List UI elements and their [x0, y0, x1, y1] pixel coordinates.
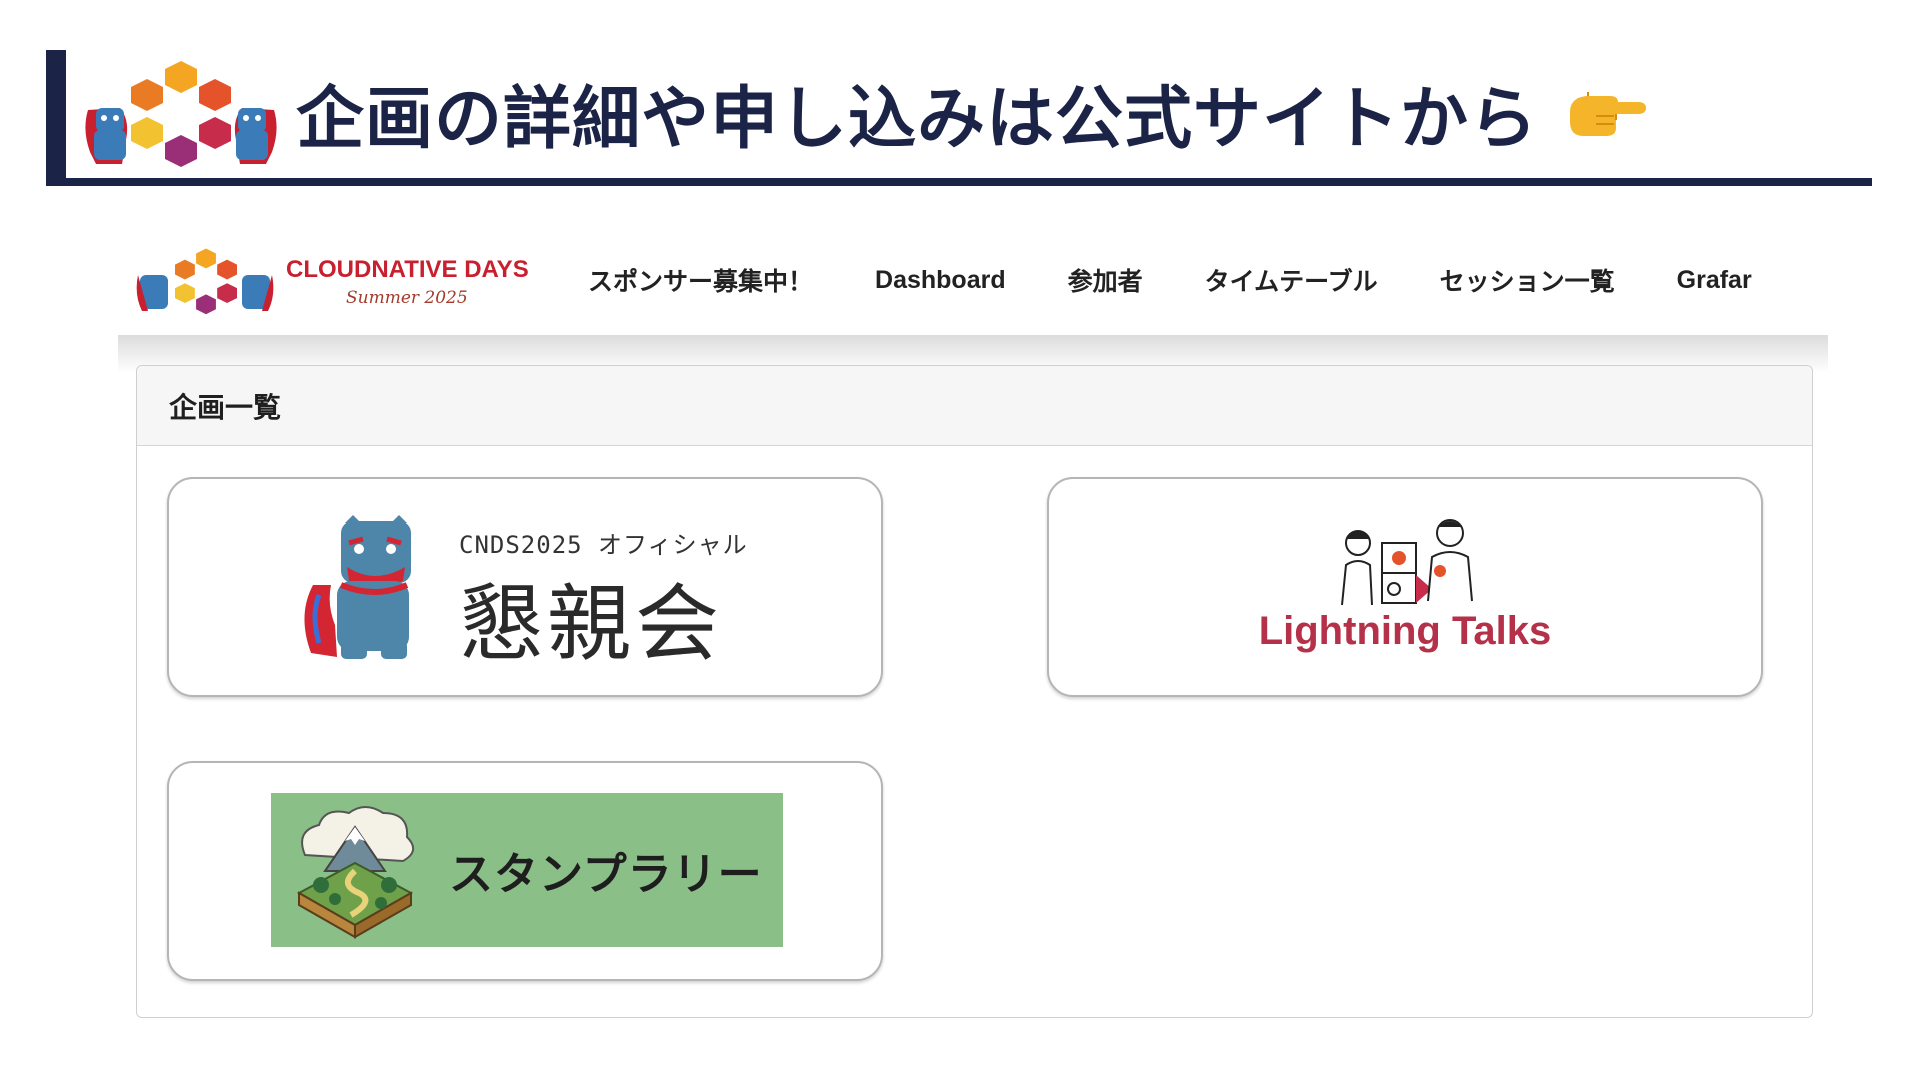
nav-menu: スポンサー募集中！ Dashboard 参加者 タイムテーブル セッション一覧 … — [588, 225, 1752, 335]
konshinkai-card[interactable]: CNDS2025 オフィシャル 懇親会 — [167, 477, 883, 697]
nav-item-sponsor[interactable]: スポンサー募集中！ — [588, 262, 813, 298]
speakers-illustration-icon — [1341, 519, 1473, 606]
slide-title-text: 企画の詳細や申し込みは公式サイトから — [296, 79, 1539, 159]
site-screenshot: CLOUDNATIVE DAYS Summer 2025 スポンサー募集中！ D… — [118, 225, 1828, 1045]
shisa-icon — [304, 515, 411, 659]
island-mountain-icon — [296, 806, 414, 939]
events-panel: 企画一覧 CNDS2025 オフィシャル 懇親会 Lightning Talks… — [136, 365, 1813, 1018]
stamp-rally-label: スタンプラリー — [449, 849, 763, 900]
konshinkai-subtitle: CNDS2025 オフィシャル — [459, 531, 748, 559]
logo-subtitle-text: Summer 2025 — [346, 288, 468, 308]
header-accent-bar — [46, 50, 66, 186]
site-navbar: CLOUDNATIVE DAYS Summer 2025 スポンサー募集中！ D… — [118, 225, 1828, 335]
lightning-talks-label: Lightning Talks — [1258, 609, 1552, 653]
slide-header: 企画の詳細や申し込みは公式サイトから — [46, 50, 1872, 186]
cnds-mascot-logo-icon — [85, 61, 277, 167]
nav-item-dashboard[interactable]: Dashboard — [875, 266, 1006, 295]
logo-brand-text: CLOUDNATIVE DAYS — [286, 256, 529, 283]
slide-title: 企画の詳細や申し込みは公式サイトから — [296, 64, 1647, 160]
stamp-rally-card[interactable]: スタンプラリー — [167, 761, 883, 981]
panel-title: 企画一覧 — [137, 366, 1812, 446]
nav-item-timetable[interactable]: タイムテーブル — [1205, 262, 1378, 298]
header-underline — [46, 178, 1872, 186]
nav-item-sessions[interactable]: セッション一覧 — [1440, 262, 1615, 298]
lightning-talks-card[interactable]: Lightning Talks — [1047, 477, 1763, 697]
cloudnative-days-logo[interactable]: CLOUDNATIVE DAYS Summer 2025 — [136, 235, 546, 325]
konshinkai-title: 懇親会 — [459, 575, 724, 673]
nav-item-participants[interactable]: 参加者 — [1068, 262, 1143, 298]
stamp-rally-banner: スタンプラリー — [271, 793, 783, 947]
nav-item-grafana[interactable]: Grafar — [1677, 266, 1752, 295]
pointing-right-emoji-icon — [1570, 92, 1647, 136]
